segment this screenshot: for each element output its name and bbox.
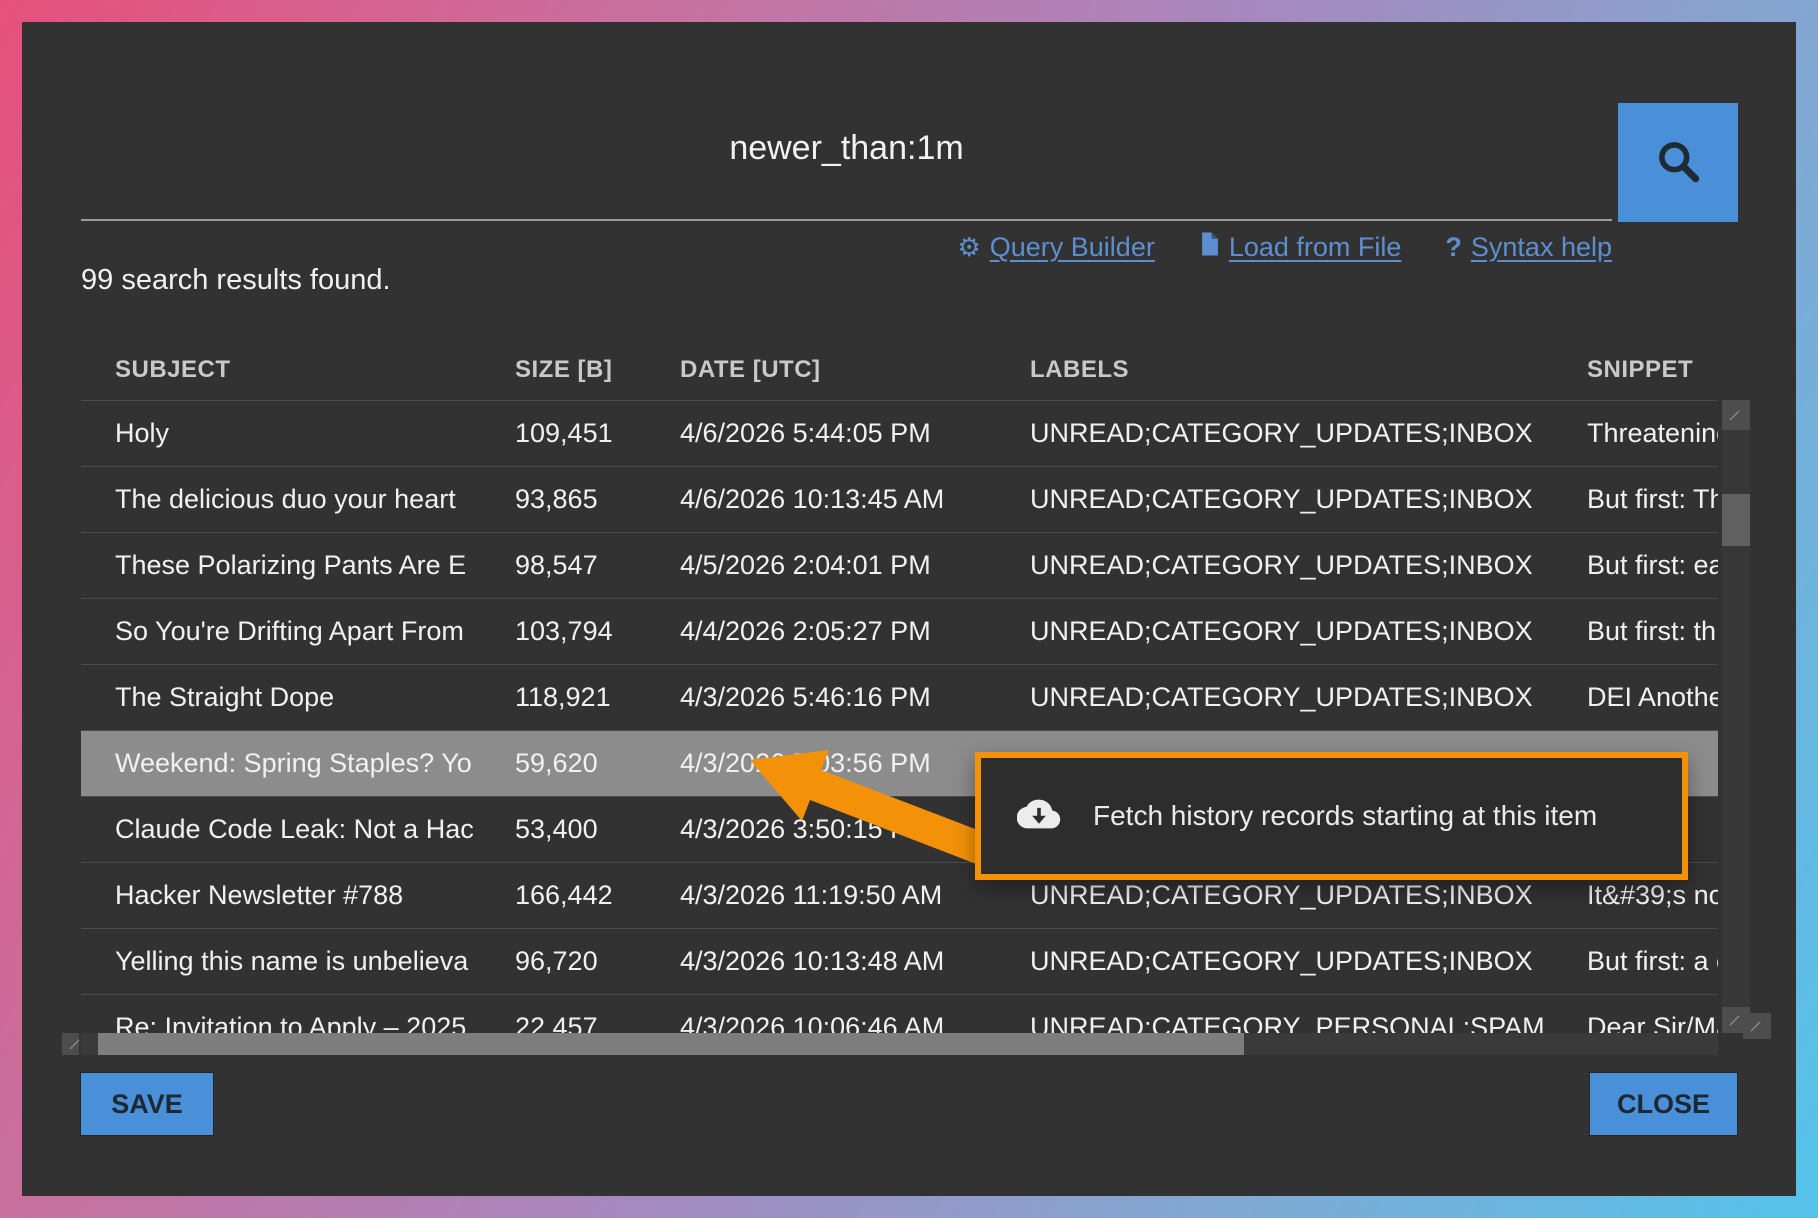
results-table: SUBJECT SIZE [B] DATE [UTC] LABELS SNIPP… <box>81 340 1718 1033</box>
cell-size: 22,457 <box>500 1012 660 1033</box>
col-header-date: DATE [UTC] <box>660 356 1010 384</box>
fetch-history-tooltip: Fetch history records starting at this i… <box>975 752 1688 880</box>
question-icon: ? <box>1445 232 1462 263</box>
cell-snippet: Threatening <box>1570 418 1718 449</box>
load-from-file-label: Load from File <box>1229 232 1402 263</box>
cell-size: 53,400 <box>500 814 660 845</box>
cell-date: 4/5/2026 2:04:01 PM <box>660 550 1010 581</box>
table-row[interactable]: The Straight Dope118,9214/3/2026 5:46:16… <box>81 664 1718 730</box>
cell-size: 59,620 <box>500 748 660 779</box>
cell-size: 93,865 <box>500 484 660 515</box>
query-builder-link[interactable]: ⚙ Query Builder <box>957 232 1154 263</box>
load-from-file-link[interactable]: Load from File <box>1199 231 1402 264</box>
cell-snippet: But first: a c <box>1570 946 1718 977</box>
cell-date: 4/3/2026 11:19:50 AM <box>660 880 1010 911</box>
cell-date: 4/4/2026 2:05:27 PM <box>660 616 1010 647</box>
cell-date: 4/3/2026 5:46:16 PM <box>660 682 1010 713</box>
cell-date: 4/3/2026 3:50:15 PM <box>660 814 1010 845</box>
col-header-snippet: SNIPPET <box>1570 356 1718 384</box>
cell-labels: UNREAD;CATEGORY_UPDATES;INBOX <box>1010 616 1570 647</box>
tooltip-text: Fetch history records starting at this i… <box>1093 800 1597 832</box>
cell-labels: UNREAD;CATEGORY_UPDATES;INBOX <box>1010 418 1570 449</box>
cell-labels: UNREAD;CATEGORY_UPDATES;INBOX <box>1010 682 1570 713</box>
table-header-row: SUBJECT SIZE [B] DATE [UTC] LABELS SNIPP… <box>81 340 1718 400</box>
cell-subject: Weekend: Spring Staples? Yo <box>81 748 500 779</box>
table-row[interactable]: The delicious duo your heart93,8654/6/20… <box>81 466 1718 532</box>
table-row[interactable]: Yelling this name is unbelieva96,7204/3/… <box>81 928 1718 994</box>
cell-subject: So You're Drifting Apart From <box>81 616 500 647</box>
cell-snippet: But first: Th <box>1570 484 1718 515</box>
cell-snippet: But first: ea <box>1570 550 1718 581</box>
col-header-subject: SUBJECT <box>81 356 500 384</box>
cell-subject: Holy <box>81 418 500 449</box>
cell-size: 103,794 <box>500 616 660 647</box>
search-dialog: ⚙ Query Builder Load from File ? Syntax … <box>22 22 1796 1196</box>
table-row[interactable]: So You're Drifting Apart From103,7944/4/… <box>81 598 1718 664</box>
cell-date: 4/6/2026 10:13:45 AM <box>660 484 1010 515</box>
close-button[interactable]: CLOSE <box>1590 1073 1737 1135</box>
cell-subject: The delicious duo your heart <box>81 484 500 515</box>
cell-subject: Yelling this name is unbelieva <box>81 946 500 977</box>
query-builder-label: Query Builder <box>990 232 1155 263</box>
cell-date: 4/3/2026 10:06:46 AM <box>660 1012 1010 1033</box>
magnifier-icon <box>1650 133 1706 192</box>
table-row[interactable]: Holy109,4514/6/2026 5:44:05 PMUNREAD;CAT… <box>81 400 1718 466</box>
cell-subject: Hacker Newsletter #788 <box>81 880 500 911</box>
scrollbar-corner-grip <box>1743 1013 1771 1039</box>
cell-date: 4/6/2026 5:44:05 PM <box>660 418 1010 449</box>
file-icon <box>1199 231 1220 264</box>
gear-icon: ⚙ <box>957 235 980 261</box>
cell-snippet: But first: th <box>1570 616 1718 647</box>
cell-subject: Claude Code Leak: Not a Hac <box>81 814 500 845</box>
table-row[interactable]: Re: Invitation to Apply – 202522,4574/3/… <box>81 994 1718 1033</box>
cell-size: 98,547 <box>500 550 660 581</box>
syntax-help-label: Syntax help <box>1471 232 1612 263</box>
cloud-download-icon <box>1017 796 1061 837</box>
cell-subject: These Polarizing Pants Are E <box>81 550 500 581</box>
cell-date: 4/3/2026 5:03:56 PM <box>660 748 1010 779</box>
cell-size: 166,442 <box>500 880 660 911</box>
cell-labels: UNREAD;CATEGORY_PERSONAL;SPAM <box>1010 1012 1570 1033</box>
cell-snippet: It&#39;s no <box>1570 880 1718 911</box>
col-header-labels: LABELS <box>1010 356 1570 384</box>
cell-subject: The Straight Dope <box>81 682 500 713</box>
cell-labels: UNREAD;CATEGORY_UPDATES;INBOX <box>1010 484 1570 515</box>
vscrollbar-top-button[interactable] <box>1722 400 1750 430</box>
cell-subject: Re: Invitation to Apply – 2025 <box>81 1012 500 1033</box>
results-count: 99 search results found. <box>81 260 391 300</box>
cell-size: 109,451 <box>500 418 660 449</box>
col-header-size: SIZE [B] <box>500 356 660 384</box>
cell-size: 96,720 <box>500 946 660 977</box>
table-row[interactable]: These Polarizing Pants Are E98,5474/5/20… <box>81 532 1718 598</box>
cell-labels: UNREAD;CATEGORY_UPDATES;INBOX <box>1010 880 1570 911</box>
cell-snippet: Dear Sir/Ma <box>1570 1012 1718 1033</box>
desktop-background: ⚙ Query Builder Load from File ? Syntax … <box>0 0 1818 1218</box>
syntax-help-link[interactable]: ? Syntax help <box>1445 232 1612 263</box>
vscrollbar-thumb[interactable] <box>1722 494 1750 546</box>
hscrollbar-thumb[interactable] <box>98 1033 1244 1055</box>
cell-date: 4/3/2026 10:13:48 AM <box>660 946 1010 977</box>
cell-snippet: DEI Anothe <box>1570 682 1718 713</box>
search-query-input[interactable] <box>81 103 1612 221</box>
table-body: Holy109,4514/6/2026 5:44:05 PMUNREAD;CAT… <box>81 400 1718 1033</box>
save-button[interactable]: SAVE <box>81 1073 213 1135</box>
cell-size: 118,921 <box>500 682 660 713</box>
cell-labels: UNREAD;CATEGORY_UPDATES;INBOX <box>1010 550 1570 581</box>
cell-labels: UNREAD;CATEGORY_UPDATES;INBOX <box>1010 946 1570 977</box>
hscrollbar-left-button[interactable] <box>62 1033 79 1055</box>
search-button[interactable] <box>1618 103 1738 222</box>
